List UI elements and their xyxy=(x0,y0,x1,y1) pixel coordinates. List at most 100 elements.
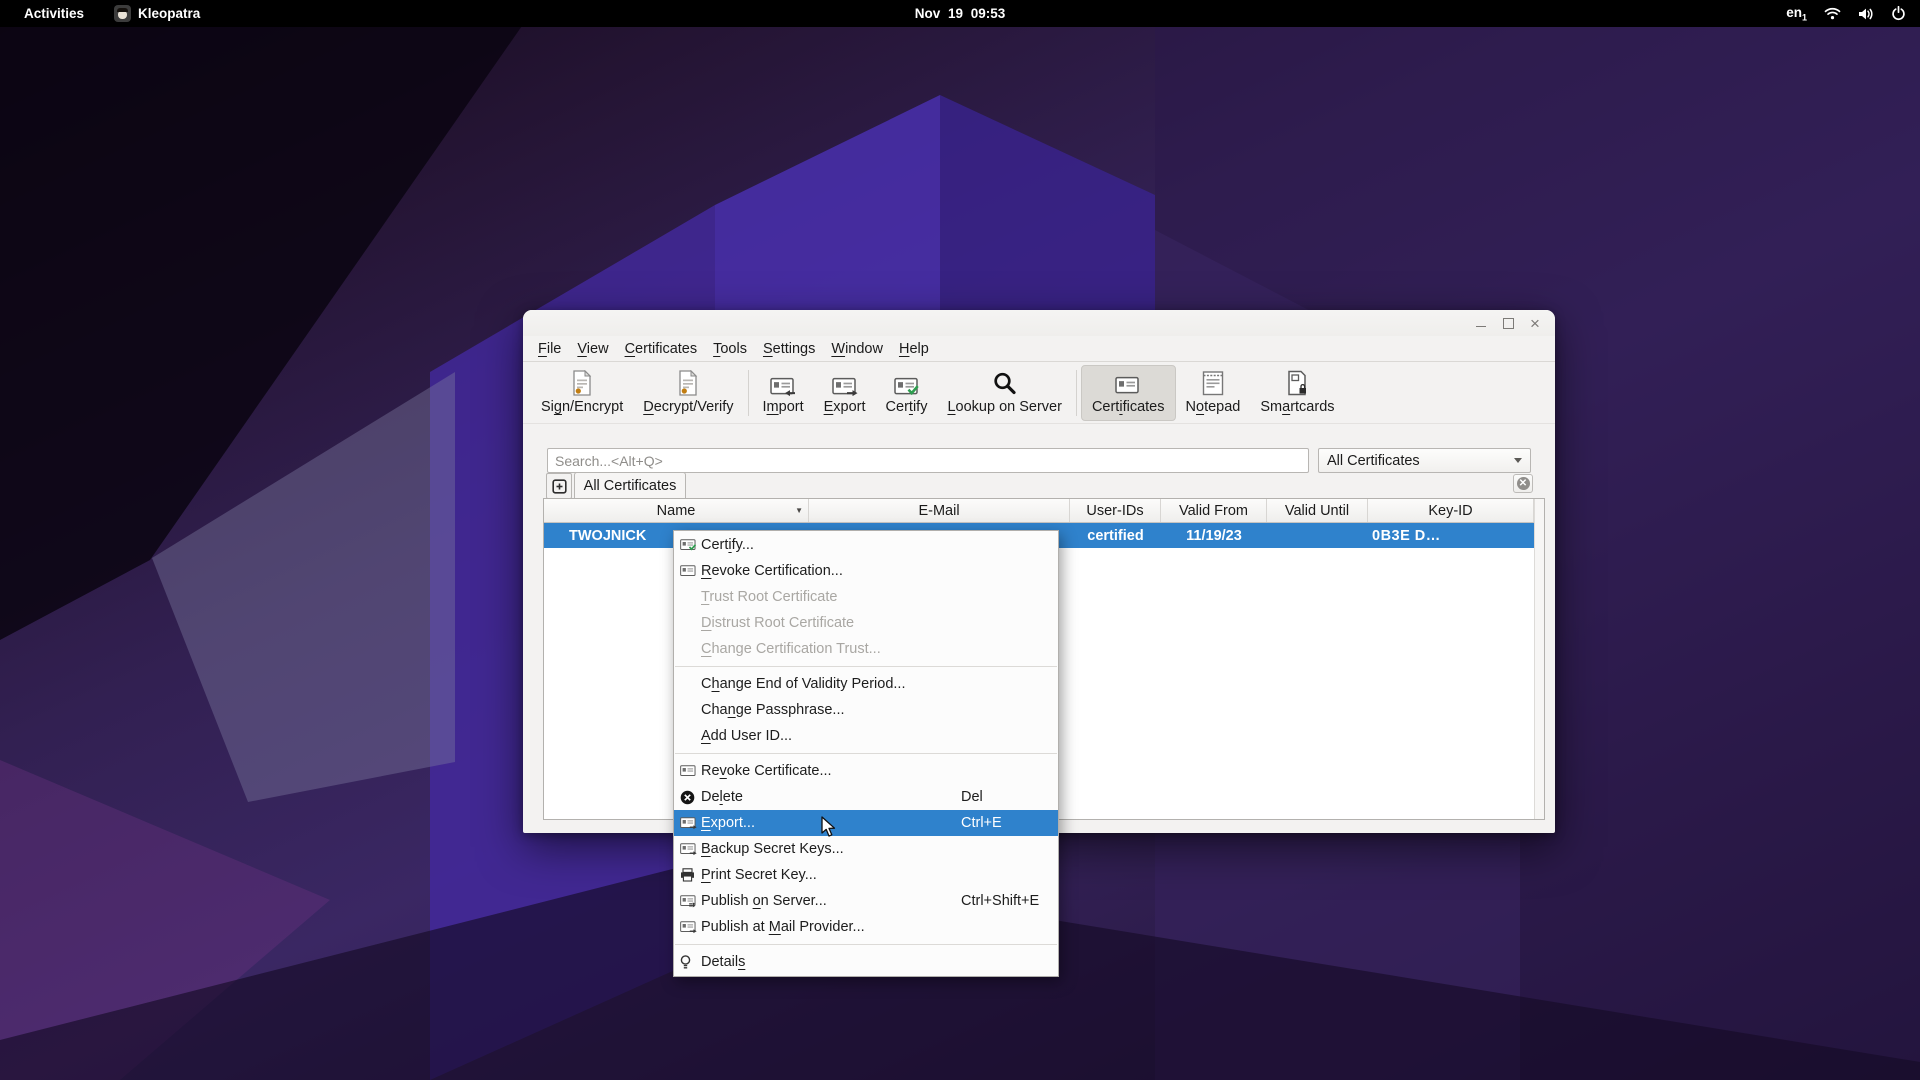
toolbar-label: Certify xyxy=(886,399,928,415)
printer-icon xyxy=(680,868,695,882)
clock[interactable]: Nov 19 09:53 xyxy=(0,6,1920,21)
toolbar-notepad[interactable]: Notepad xyxy=(1176,365,1251,421)
toolbar-separator xyxy=(748,370,749,416)
close-tab-icon: ✕ xyxy=(1517,477,1530,490)
menu-separator xyxy=(675,753,1057,754)
context-menu: Certify... Revoke Certification... Trust … xyxy=(673,530,1059,977)
menu-item-delete[interactable]: DeleteDel xyxy=(674,784,1058,810)
menu-item-label: Trust Root Certificate xyxy=(701,589,837,605)
menu-item-revoke-certification[interactable]: Revoke Certification... xyxy=(674,558,1058,584)
card-import-icon xyxy=(770,376,796,396)
column-header-valid-until[interactable]: Valid Until xyxy=(1267,499,1368,522)
cell-valid-until xyxy=(1267,523,1368,548)
menu-item-label: Export... xyxy=(701,815,755,831)
wifi-icon xyxy=(1824,7,1841,20)
menu-item-label: Add User ID... xyxy=(701,728,792,744)
tab-all-certificates[interactable]: All Certificates xyxy=(574,472,686,499)
menu-bar: FileViewCertificatesToolsSettingsWindowH… xyxy=(523,336,1555,362)
search-input[interactable] xyxy=(547,448,1309,473)
menu-item-label: Revoke Certification... xyxy=(701,563,843,579)
toolbar-decrypt-verify[interactable]: Decrypt/Verify xyxy=(633,365,743,421)
menu-item-change-passphrase[interactable]: Change Passphrase... xyxy=(674,697,1058,723)
toolbar-label: Smartcards xyxy=(1260,399,1334,415)
menu-item-trust-root-certificate: Trust Root Certificate xyxy=(674,584,1058,610)
menu-item-certify[interactable]: Certify... xyxy=(674,532,1058,558)
menu-tools[interactable]: Tools xyxy=(705,338,755,360)
menu-item-change-end-of-validity-period[interactable]: Change End of Validity Period... xyxy=(674,671,1058,697)
toolbar: Sign/Encrypt Decrypt/Verify Import Expor… xyxy=(523,362,1555,424)
column-label: Name xyxy=(657,503,696,519)
lightbulb-icon xyxy=(680,955,691,970)
smartcard-icon xyxy=(1287,370,1308,396)
menu-item-publish-at-mail-provider[interactable]: Publish at Mail Provider... xyxy=(674,914,1058,940)
column-label: E-Mail xyxy=(918,503,959,519)
menu-certificates[interactable]: Certificates xyxy=(617,338,706,360)
sort-indicator-icon: ▼ xyxy=(795,506,803,515)
menu-item-details[interactable]: Details xyxy=(674,949,1058,975)
cell-user-ids: certified xyxy=(1070,523,1161,548)
menu-item-print-secret-key[interactable]: Print Secret Key... xyxy=(674,862,1058,888)
menu-item-backup-secret-keys[interactable]: Backup Secret Keys... xyxy=(674,836,1058,862)
card-export-icon xyxy=(680,842,697,855)
menu-separator xyxy=(675,944,1057,945)
menu-item-label: Revoke Certificate... xyxy=(701,763,832,779)
volume-icon xyxy=(1858,7,1874,21)
menu-view[interactable]: View xyxy=(569,338,616,360)
keyboard-layout-indicator[interactable]: en1 xyxy=(1786,5,1807,23)
menu-item-distrust-root-certificate: Distrust Root Certificate xyxy=(674,610,1058,636)
menu-file[interactable]: File xyxy=(530,338,569,360)
menu-item-label: Certify... xyxy=(701,537,754,553)
minimize-button[interactable] xyxy=(1473,315,1489,331)
maximize-button[interactable] xyxy=(1500,315,1516,331)
toolbar-lookup-on-server[interactable]: Lookup on Server xyxy=(937,365,1071,421)
column-header-key-id[interactable]: Key-ID xyxy=(1368,499,1534,522)
menu-item-label: Print Secret Key... xyxy=(701,867,817,883)
toolbar-separator xyxy=(1076,370,1077,416)
menu-item-label: Delete xyxy=(701,789,743,805)
document-seal-icon xyxy=(571,370,593,396)
new-tab-icon xyxy=(552,479,567,494)
card-icon xyxy=(1115,375,1141,395)
toolbar-label: Export xyxy=(824,399,866,415)
certificate-filter-dropdown[interactable]: All Certificates xyxy=(1318,448,1531,473)
notepad-icon xyxy=(1202,370,1224,396)
system-status-area[interactable]: en1 xyxy=(1786,5,1906,23)
toolbar-sign-encrypt[interactable]: Sign/Encrypt xyxy=(531,365,633,421)
card-icon xyxy=(680,764,697,777)
menu-help[interactable]: Help xyxy=(891,338,937,360)
power-icon xyxy=(1891,6,1906,21)
column-header-name[interactable]: Name ▼ xyxy=(544,499,809,522)
toolbar-certificates[interactable]: Certificates xyxy=(1081,365,1176,421)
card-certify-icon xyxy=(894,376,920,396)
menu-item-add-user-id[interactable]: Add User ID... xyxy=(674,723,1058,749)
menu-item-label: Distrust Root Certificate xyxy=(701,615,854,631)
toolbar-import[interactable]: Import xyxy=(753,365,814,421)
column-header-valid-from[interactable]: Valid From xyxy=(1161,499,1267,522)
window-titlebar[interactable]: × xyxy=(523,310,1555,336)
vertical-scrollbar[interactable] xyxy=(1534,499,1544,819)
menu-item-export[interactable]: Export...Ctrl+E xyxy=(674,810,1058,836)
column-label: Key-ID xyxy=(1428,503,1472,519)
card-export-icon xyxy=(832,376,858,396)
close-button[interactable]: × xyxy=(1527,315,1543,331)
search-row: All Certificates xyxy=(547,448,1531,473)
column-label: Valid Until xyxy=(1285,503,1349,519)
menu-window[interactable]: Window xyxy=(823,338,891,360)
column-header-e-mail[interactable]: E-Mail xyxy=(809,499,1070,522)
toolbar-smartcards[interactable]: Smartcards xyxy=(1250,365,1344,421)
table-header: Name ▼ E-Mail User-IDsValid From Valid Until… xyxy=(544,499,1544,523)
toolbar-certify[interactable]: Certify xyxy=(876,365,938,421)
chevron-down-icon xyxy=(1514,458,1522,463)
toolbar-label: Import xyxy=(763,399,804,415)
open-tab-button[interactable] xyxy=(546,473,572,499)
toolbar-label: Notepad xyxy=(1186,399,1241,415)
toolbar-export[interactable]: Export xyxy=(814,365,876,421)
close-tab-button[interactable]: ✕ xyxy=(1513,474,1533,493)
toolbar-label: Lookup on Server xyxy=(947,399,1061,415)
menu-item-publish-on-server[interactable]: Publish on Server...Ctrl+Shift+E xyxy=(674,888,1058,914)
column-header-user-ids[interactable]: User-IDs xyxy=(1070,499,1161,522)
mouse-cursor xyxy=(820,816,840,843)
menu-item-revoke-certificate[interactable]: Revoke Certificate... xyxy=(674,758,1058,784)
menu-settings[interactable]: Settings xyxy=(755,338,823,360)
menu-item-label: Change End of Validity Period... xyxy=(701,676,906,692)
